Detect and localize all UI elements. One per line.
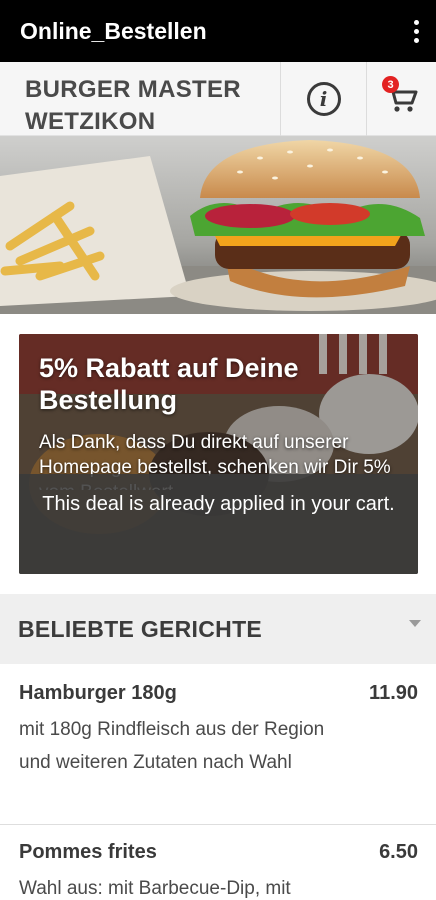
dish-price: 6.50 xyxy=(379,841,418,863)
cart-count-badge: 3 xyxy=(382,76,399,93)
app-title: Online_Bestellen xyxy=(20,17,207,44)
section-title: BELIEBTE GERICHTE xyxy=(18,615,263,642)
dish-name: Pommes frites xyxy=(19,841,157,863)
dish-price: 11.90 xyxy=(369,682,418,704)
restaurant-name-area: BURGER MASTER WETZIKON xyxy=(0,62,280,136)
app-bar: Online_Bestellen xyxy=(0,0,436,62)
deal-applied-notice: This deal is already applied in your car… xyxy=(19,474,418,574)
restaurant-name: BURGER MASTER WETZIKON xyxy=(25,76,241,135)
dish-item[interactable]: Pommes frites 6.50 Wahl aus: mit Barbecu… xyxy=(0,825,436,900)
more-vert-icon[interactable] xyxy=(396,0,436,62)
restaurant-header: BURGER MASTER WETZIKON i 3 xyxy=(0,62,436,136)
cart-button[interactable]: 3 xyxy=(366,62,436,136)
section-header-beliebte-gerichte[interactable]: BELIEBTE GERICHTE xyxy=(0,594,436,664)
dropdown-arrow-icon xyxy=(409,619,421,627)
dish-item[interactable]: Hamburger 180g 11.90 mit 180g Rindfleisc… xyxy=(0,664,436,825)
dish-name: Hamburger 180g xyxy=(19,682,177,704)
info-icon: i xyxy=(306,82,341,116)
hero-image xyxy=(0,136,436,314)
info-button[interactable]: i xyxy=(280,62,366,136)
dish-description: Wahl aus: mit Barbecue-Dip, mit xyxy=(19,878,291,899)
dish-description: mit 180g Rindfleisch aus der Region und … xyxy=(19,719,325,773)
promo-title: 5% Rabatt auf Deine Bestellung xyxy=(39,353,299,415)
promo-card[interactable]: 5% Rabatt auf Deine Bestellung Als Dank,… xyxy=(19,334,418,574)
